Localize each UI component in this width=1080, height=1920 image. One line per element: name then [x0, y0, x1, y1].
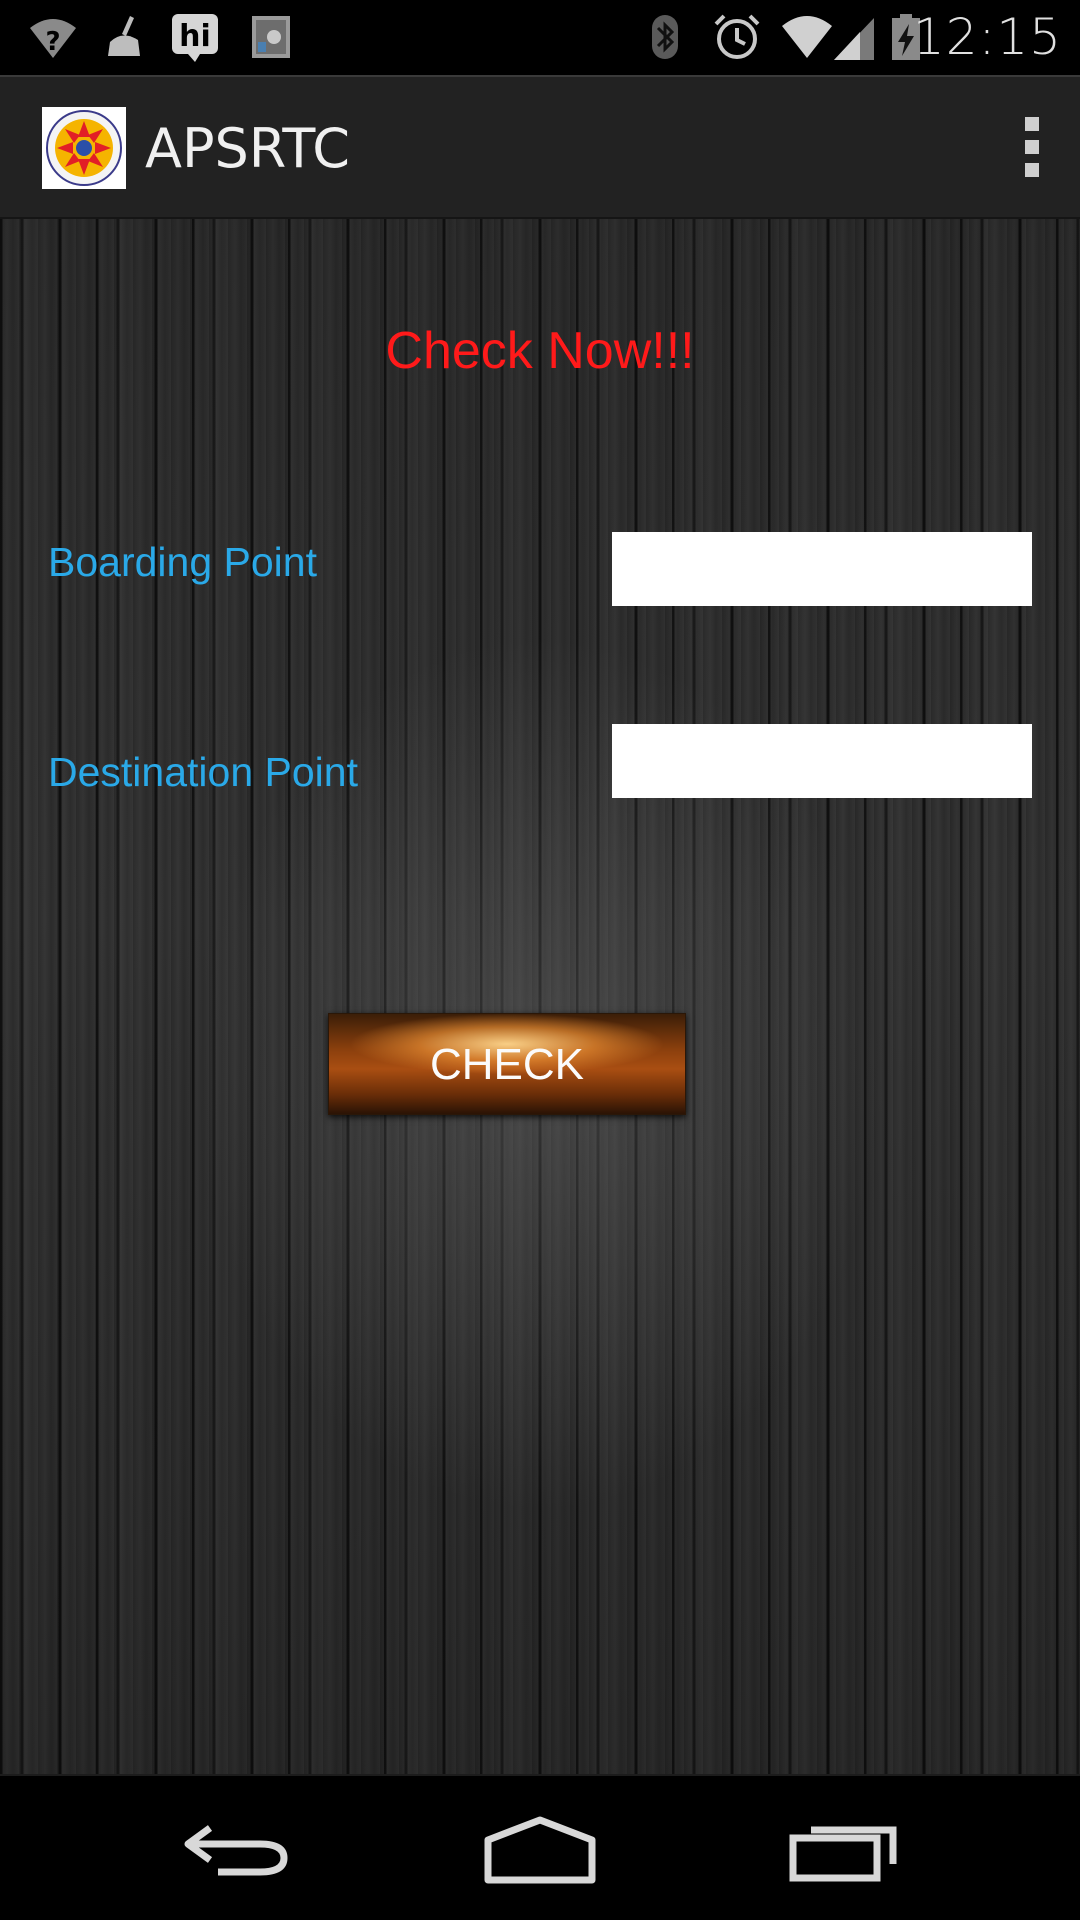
- wifi-icon: [782, 16, 832, 58]
- apsrtc-logo: [42, 107, 126, 189]
- home-icon[interactable]: [480, 1806, 600, 1890]
- clock-time: 12:15: [912, 8, 1062, 66]
- overflow-menu-icon[interactable]: [1020, 117, 1044, 181]
- page-heading: Check Now!!!: [385, 322, 695, 380]
- svg-text:hi: hi: [179, 19, 211, 54]
- cleaner-icon: [108, 16, 140, 56]
- app-safe-icon: [252, 16, 290, 58]
- back-icon[interactable]: [180, 1806, 300, 1890]
- boarding-point-input[interactable]: [612, 532, 1032, 606]
- alarm-icon: [714, 14, 760, 59]
- app-title: APSRTC: [145, 117, 350, 180]
- hike-hi-icon: hi: [172, 14, 218, 62]
- boarding-point-label: Boarding Point: [48, 539, 317, 585]
- screen: ? hi 12:15 APSRTC Check Now!!! Boarding …: [0, 0, 1080, 1920]
- status-bar: ? hi 12:15: [0, 0, 1080, 75]
- svg-text:?: ?: [45, 27, 60, 57]
- destination-point-label: Destination Point: [48, 749, 358, 795]
- bluetooth-icon: [652, 15, 678, 59]
- navigation-bar: [0, 1774, 1080, 1920]
- main-content: Check Now!!! Boarding Point Destination …: [0, 219, 1080, 1774]
- action-bar: APSRTC: [0, 75, 1080, 219]
- wifi-question-icon: ?: [30, 19, 76, 58]
- recents-icon[interactable]: [783, 1806, 903, 1890]
- check-button[interactable]: CHECK: [328, 1013, 686, 1115]
- destination-point-input[interactable]: [612, 724, 1032, 798]
- signal-icon: [834, 18, 874, 60]
